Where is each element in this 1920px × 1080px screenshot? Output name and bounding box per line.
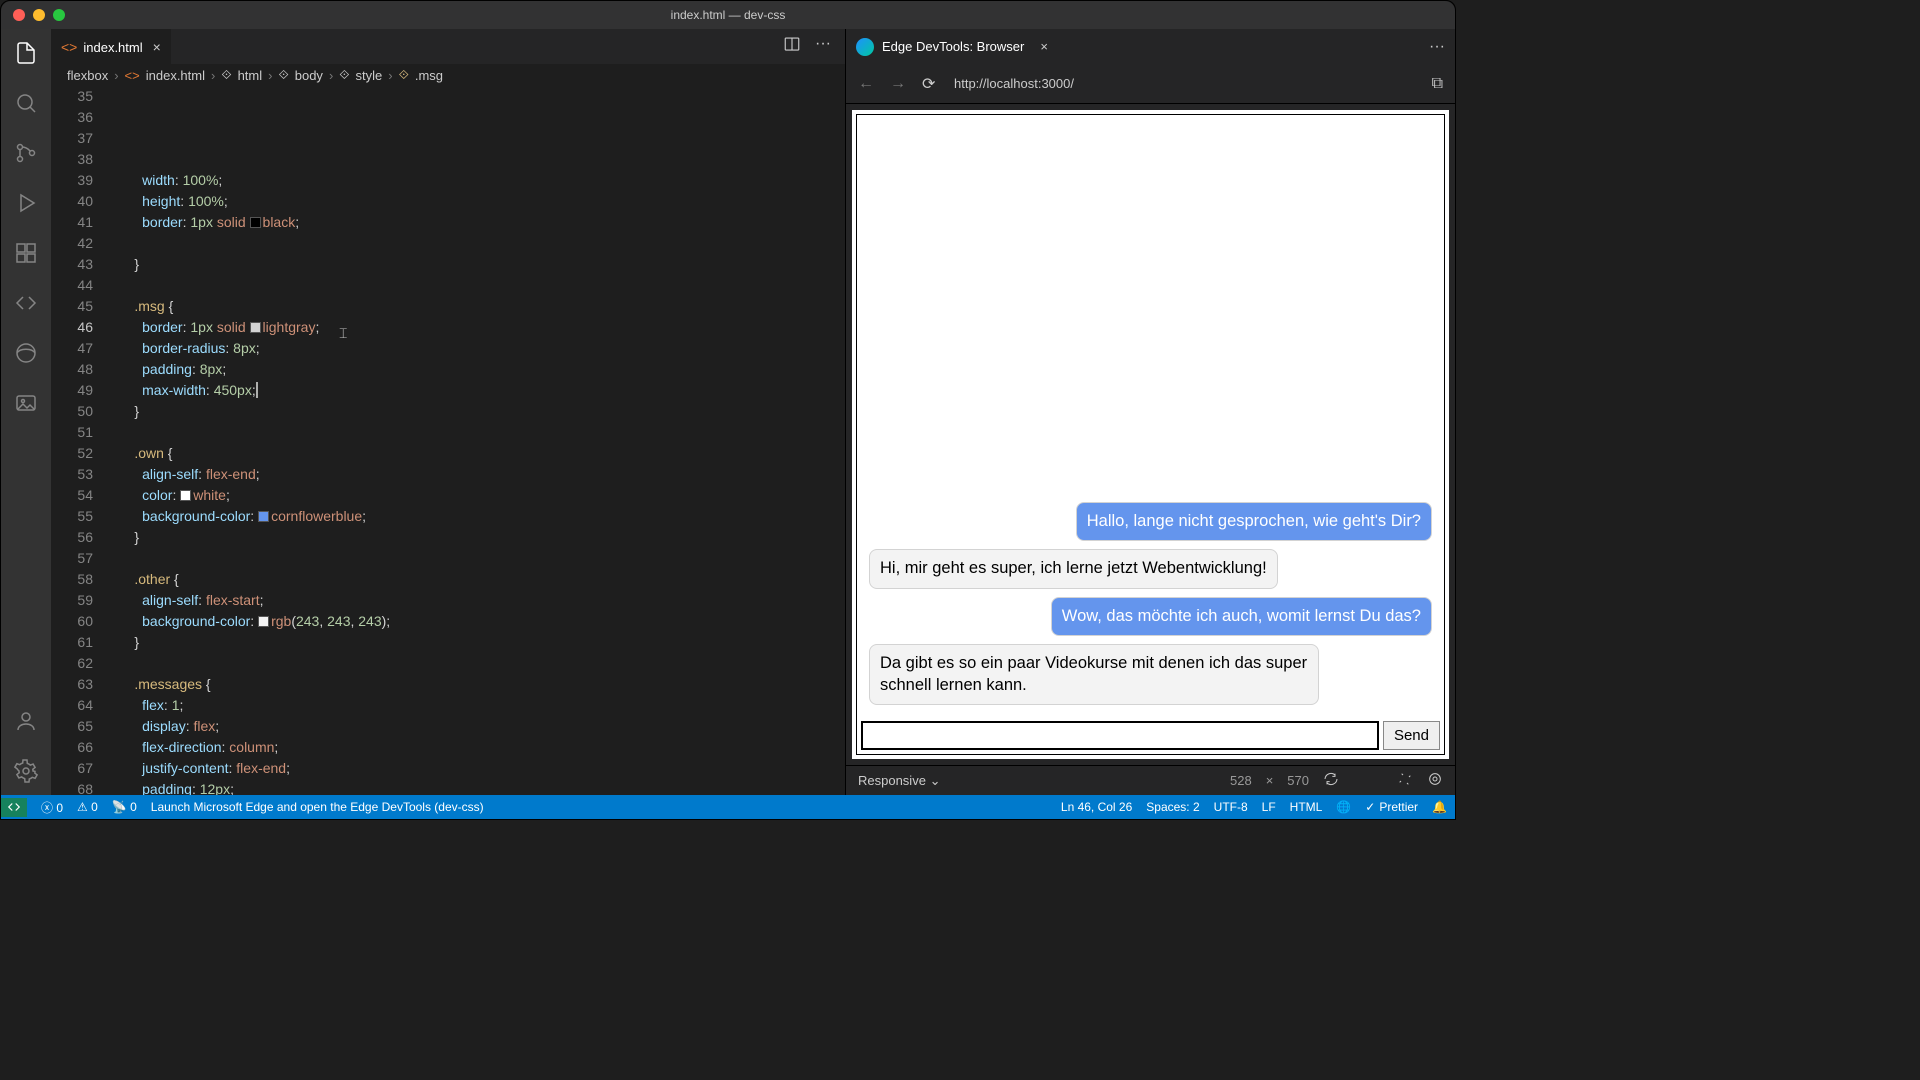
errors-count[interactable]: ⓧ 0 (41, 799, 63, 816)
encoding[interactable]: UTF-8 (1214, 800, 1248, 814)
editor-tab-bar: <> index.html × ··· (51, 29, 845, 64)
forward-icon[interactable]: → (890, 75, 908, 93)
responsive-dropdown[interactable]: Responsive ⌄ (858, 773, 940, 789)
extensions-icon[interactable] (12, 239, 40, 267)
rotate-icon[interactable] (1323, 771, 1339, 790)
run-debug-icon[interactable] (12, 189, 40, 217)
popout-icon[interactable]: ⧉ (1432, 75, 1443, 93)
remote-icon[interactable] (12, 289, 40, 317)
viewport-width[interactable]: 528 (1230, 773, 1252, 788)
activity-bar (1, 29, 51, 795)
code-editor[interactable]: 3536373839404142434445464748495051525354… (51, 86, 845, 795)
breadcrumb[interactable]: flexbox› <>index.html› ⟐html› ⟐body› ⟐st… (51, 64, 845, 86)
reload-icon[interactable]: ⟳ (922, 74, 940, 94)
message-input[interactable] (861, 721, 1379, 750)
back-icon[interactable]: ← (858, 75, 876, 93)
close-browser-tab-icon[interactable]: × (1040, 39, 1048, 54)
prettier-status[interactable]: ✓ Prettier (1365, 800, 1418, 814)
notifications-icon[interactable]: 🔔 (1432, 800, 1447, 814)
message-other: Da gibt es so ein paar Videokurse mit de… (869, 644, 1319, 705)
close-icon: × (1266, 773, 1274, 788)
viewport-height[interactable]: 570 (1287, 773, 1309, 788)
browser-tab-bar: Edge DevTools: Browser × ··· (846, 29, 1455, 64)
browser-toolbar: ← → ⟳ http://localhost:3000/ ⧉ (846, 64, 1455, 104)
launch-task[interactable]: Launch Microsoft Edge and open the Edge … (151, 800, 484, 814)
browser-tab[interactable]: Edge DevTools: Browser × (856, 38, 1048, 56)
edge-status-icon[interactable]: 🌐 (1336, 800, 1351, 814)
message-own: Hallo, lange nicht gesprochen, wie geht'… (1076, 502, 1432, 541)
text-cursor-icon: ⌶ (339, 323, 347, 344)
screenshot-icon[interactable] (1397, 771, 1413, 790)
language-mode[interactable]: HTML (1290, 800, 1323, 814)
message-other: Hi, mir geht es super, ich lerne jetzt W… (869, 549, 1278, 588)
html-file-icon: <> (125, 68, 140, 83)
html-file-icon: <> (61, 39, 77, 55)
edge-icon (856, 38, 874, 56)
remote-indicator[interactable] (1, 798, 27, 817)
account-icon[interactable] (12, 707, 40, 735)
browser-more-icon[interactable]: ··· (1429, 38, 1445, 56)
edge-tools-icon[interactable] (12, 339, 40, 367)
more-actions-icon[interactable]: ··· (815, 35, 831, 58)
warnings-count[interactable]: ⚠ 0 (77, 800, 98, 814)
chevron-down-icon: ⌄ (930, 773, 941, 788)
close-tab-icon[interactable]: × (153, 39, 161, 55)
source-control-icon[interactable] (12, 139, 40, 167)
search-icon[interactable] (12, 89, 40, 117)
message-own: Wow, das möchte ich auch, womit lernst D… (1051, 597, 1432, 636)
tab-label: index.html (83, 40, 142, 55)
chat-container: Hallo, lange nicht gesprochen, wie geht'… (856, 114, 1445, 755)
indentation[interactable]: Spaces: 2 (1146, 800, 1199, 814)
messages-list: Hallo, lange nicht gesprochen, wie geht'… (857, 115, 1444, 717)
editor-tab[interactable]: <> index.html × (51, 29, 171, 64)
devtools-settings-icon[interactable] (1427, 771, 1443, 790)
send-button[interactable]: Send (1383, 721, 1440, 750)
address-bar[interactable]: http://localhost:3000/ (954, 76, 1418, 91)
explorer-icon[interactable] (12, 39, 40, 67)
status-bar: ⓧ 0 ⚠ 0 📡 0 Launch Microsoft Edge and op… (1, 795, 1455, 819)
devtools-bar: Responsive ⌄ 528 × 570 (846, 765, 1455, 795)
eol[interactable]: LF (1262, 800, 1276, 814)
preview-viewport: Hallo, lange nicht gesprochen, wie geht'… (846, 104, 1455, 765)
window-title: index.html — dev-css (671, 8, 786, 22)
maximize-window[interactable] (53, 9, 65, 21)
settings-icon[interactable] (12, 757, 40, 785)
close-window[interactable] (13, 9, 25, 21)
titlebar: index.html — dev-css (1, 1, 1455, 29)
image-icon[interactable] (12, 389, 40, 417)
cursor-position[interactable]: Ln 46, Col 26 (1061, 800, 1132, 814)
minimize-window[interactable] (33, 9, 45, 21)
split-editor-icon[interactable] (783, 35, 801, 58)
port-forward[interactable]: 📡 0 (112, 800, 137, 814)
